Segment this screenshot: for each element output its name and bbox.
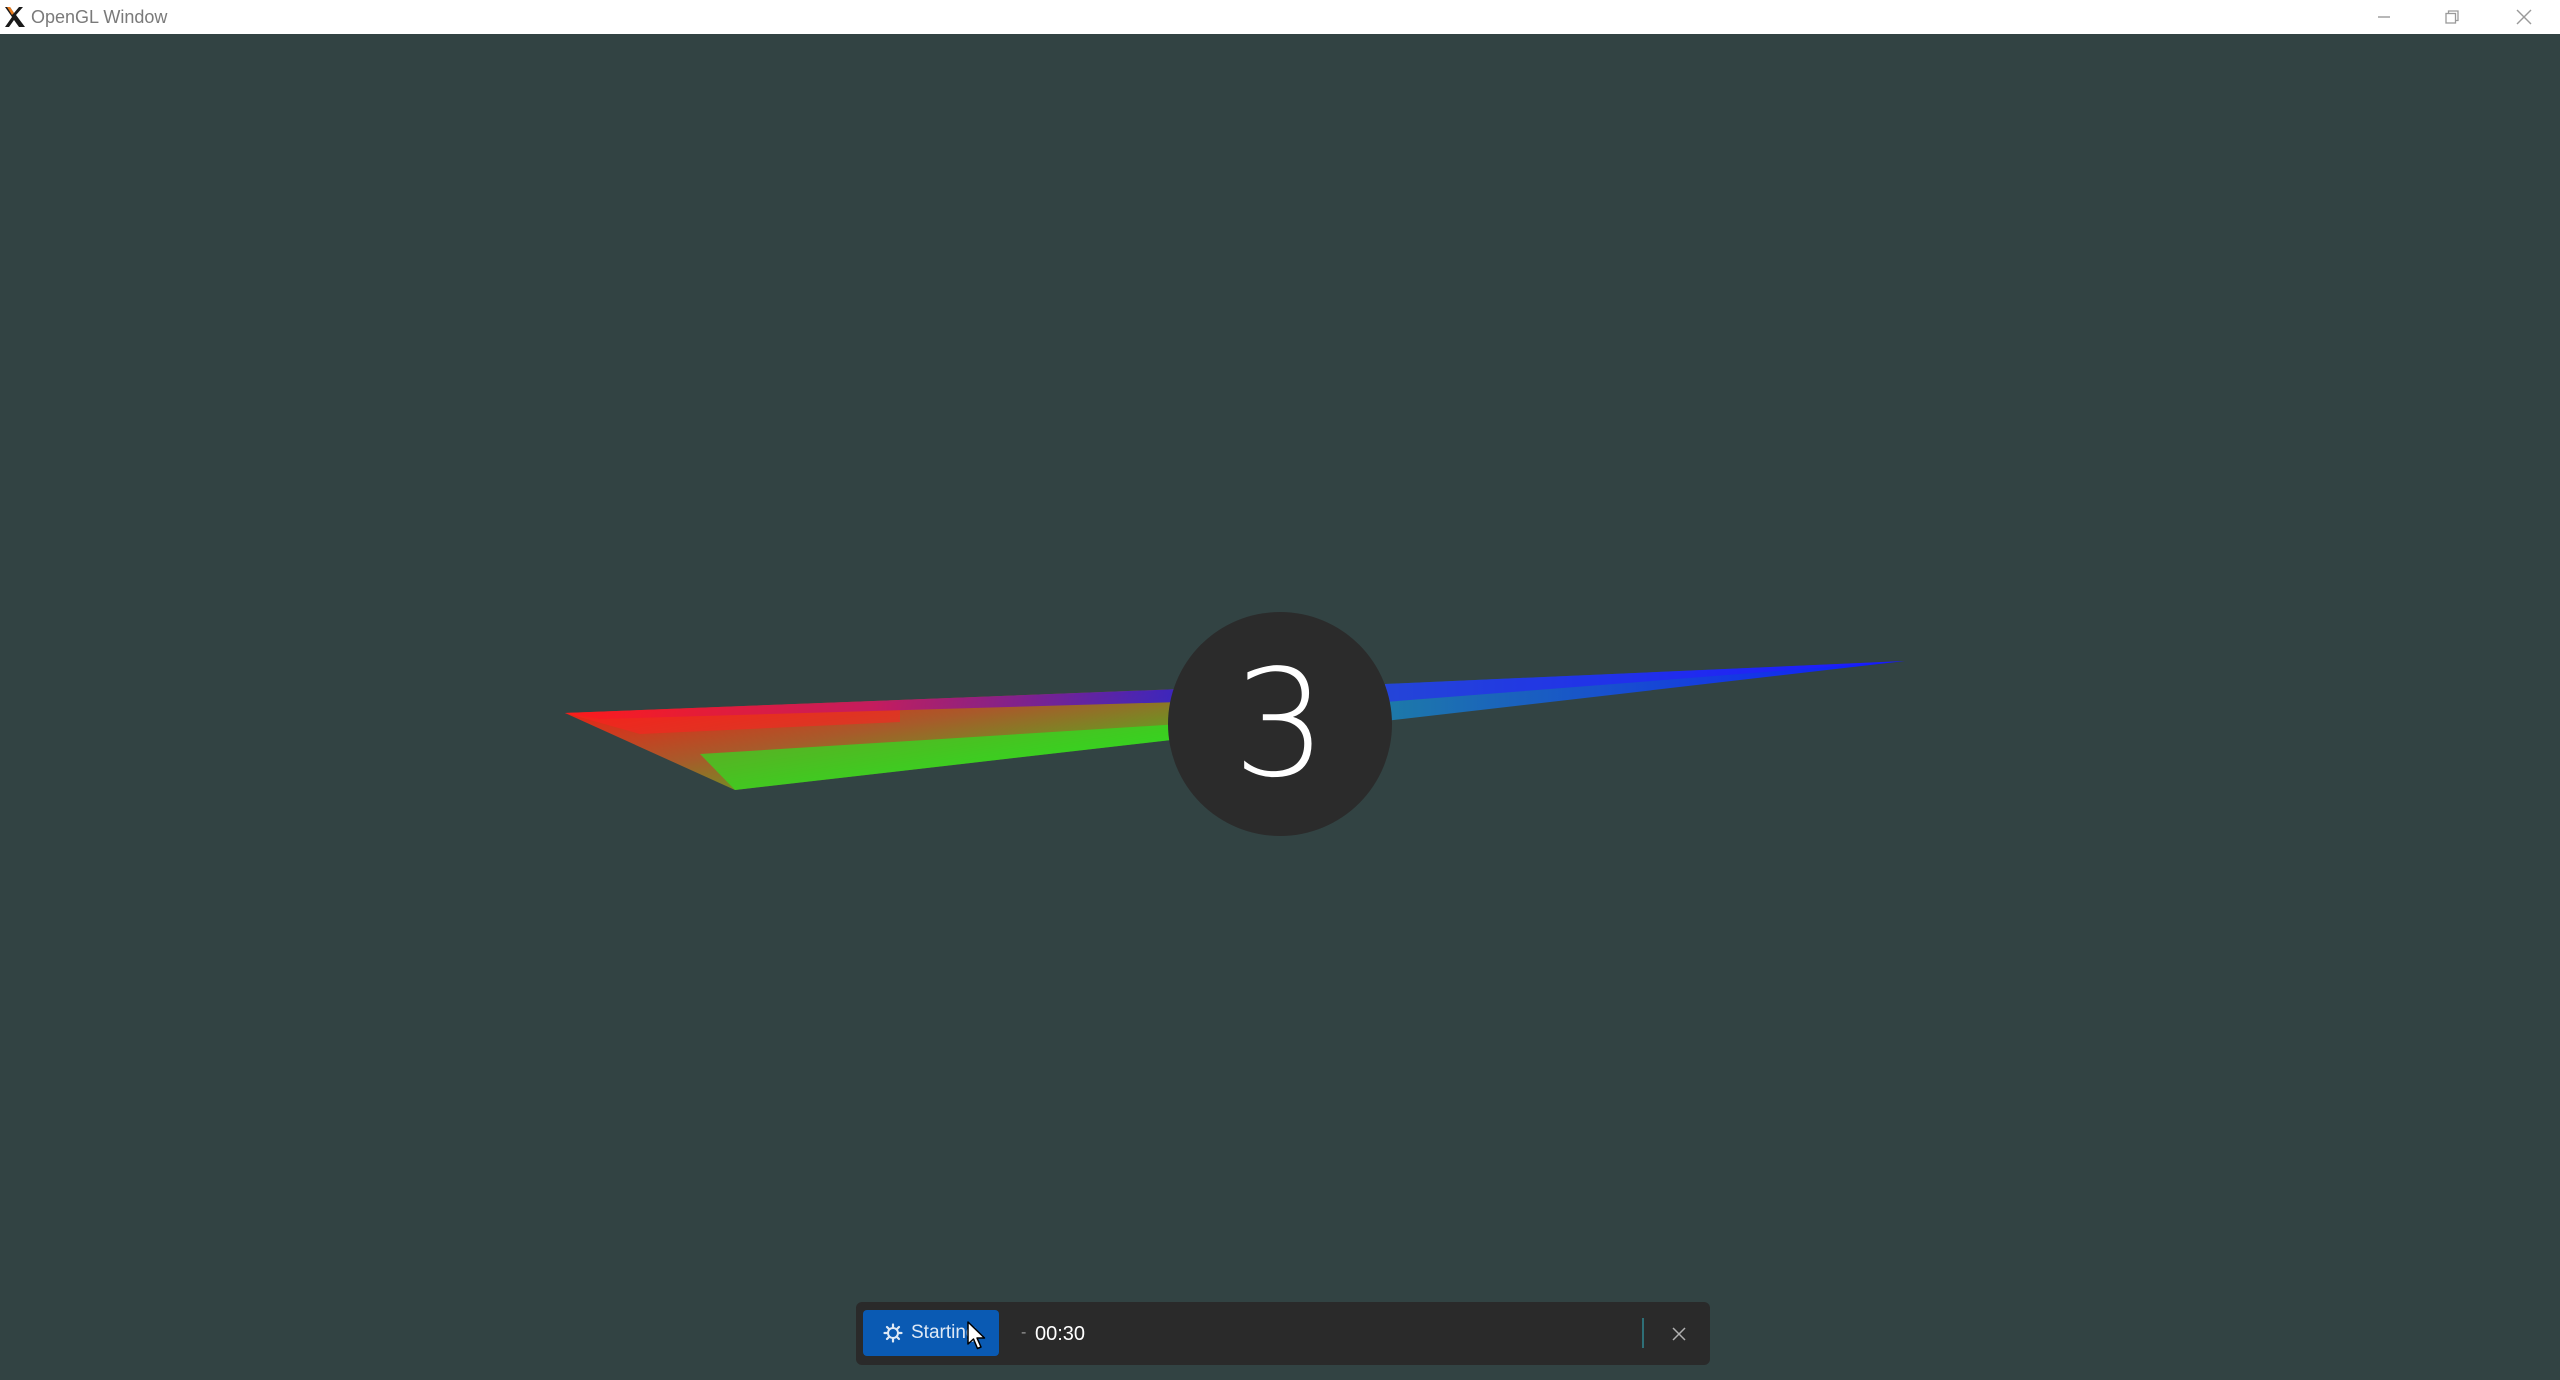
recording-indicator: - (1021, 1324, 1027, 1341)
gear-icon (883, 1323, 903, 1343)
close-button[interactable] (2490, 0, 2558, 34)
title-bar: OpenGL Window (0, 0, 2560, 34)
close-icon (2516, 9, 2532, 25)
opengl-viewport[interactable]: 3 (0, 34, 2560, 1380)
minimize-button[interactable] (2350, 0, 2418, 34)
restore-button[interactable] (2418, 0, 2486, 34)
close-icon (1672, 1327, 1686, 1341)
x-app-icon (5, 7, 25, 27)
elapsed-time: 00:30 (1035, 1323, 1086, 1345)
mouse-cursor-icon (967, 1321, 986, 1350)
restore-icon (2445, 10, 2459, 24)
minimize-icon (2378, 16, 2390, 18)
recording-toolbar: Starting - 00:30 (856, 1302, 1710, 1365)
window-title: OpenGL Window (31, 7, 168, 27)
countdown-number: 3 (1232, 638, 1328, 810)
toolbar-divider (1642, 1318, 1644, 1348)
recorder-close-button[interactable] (1664, 1319, 1694, 1349)
countdown-circle: 3 (1168, 612, 1392, 836)
